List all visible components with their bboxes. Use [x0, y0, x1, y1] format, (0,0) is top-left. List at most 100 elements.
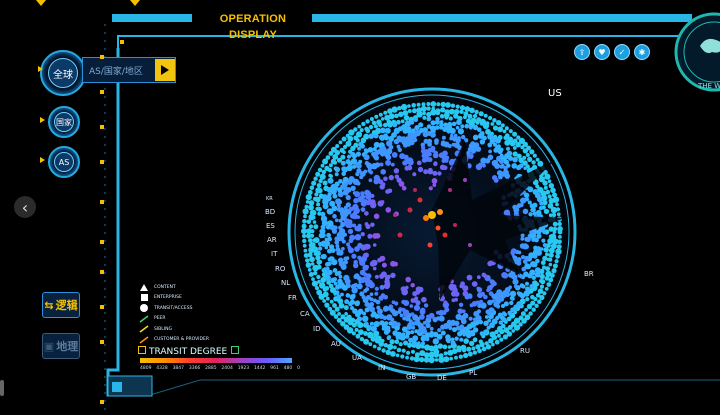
as-node[interactable] — [535, 157, 540, 162]
as-node[interactable] — [484, 330, 488, 334]
as-node[interactable] — [498, 320, 503, 325]
as-node[interactable] — [313, 237, 320, 244]
as-node[interactable] — [426, 116, 432, 122]
as-node[interactable] — [310, 209, 317, 216]
as-node[interactable] — [374, 322, 379, 327]
as-node[interactable] — [455, 125, 460, 130]
as-node[interactable] — [392, 330, 399, 336]
as-node[interactable] — [317, 246, 323, 251]
as-node[interactable] — [333, 225, 338, 230]
as-node[interactable] — [325, 296, 330, 301]
as-node[interactable] — [451, 121, 457, 127]
as-node[interactable] — [417, 328, 423, 334]
as-node[interactable] — [334, 166, 340, 173]
as-node[interactable] — [484, 158, 491, 164]
as-node[interactable] — [308, 224, 314, 229]
as-node[interactable] — [520, 311, 526, 317]
as-node[interactable] — [516, 203, 522, 209]
as-node[interactable] — [476, 286, 481, 291]
as-node[interactable] — [531, 237, 536, 242]
as-node[interactable] — [483, 113, 488, 118]
as-node[interactable] — [458, 302, 464, 307]
as-node[interactable] — [360, 191, 365, 196]
as-node[interactable] — [429, 345, 434, 350]
as-node[interactable] — [347, 228, 354, 235]
as-node[interactable] — [373, 213, 380, 220]
as-node[interactable] — [478, 339, 483, 344]
as-node[interactable] — [398, 181, 405, 187]
as-node[interactable] — [327, 177, 334, 184]
as-node[interactable] — [301, 228, 307, 235]
as-node[interactable] — [434, 119, 440, 125]
as-node[interactable] — [509, 300, 514, 306]
as-node[interactable] — [434, 125, 440, 130]
as-node[interactable] — [504, 126, 509, 131]
as-node[interactable] — [360, 143, 365, 149]
as-node[interactable] — [337, 278, 343, 284]
as-node[interactable] — [311, 180, 317, 186]
as-node[interactable] — [317, 279, 321, 284]
as-node[interactable] — [409, 120, 415, 125]
as-node[interactable] — [328, 163, 333, 168]
as-node[interactable] — [380, 117, 385, 121]
as-node[interactable] — [430, 132, 436, 138]
as-node[interactable] — [348, 176, 355, 182]
as-node[interactable] — [380, 293, 386, 298]
as-node[interactable] — [354, 191, 361, 198]
as-node[interactable] — [476, 275, 481, 280]
as-node[interactable] — [322, 180, 328, 186]
as-node[interactable] — [554, 259, 559, 264]
as-node[interactable] — [507, 310, 512, 316]
as-node[interactable] — [332, 193, 338, 199]
as-node[interactable] — [416, 111, 423, 118]
as-node[interactable] — [488, 338, 494, 344]
as-node[interactable] — [494, 339, 500, 345]
as-node[interactable] — [400, 103, 408, 111]
as-node[interactable] — [351, 293, 356, 298]
as-node[interactable] — [418, 122, 424, 128]
as-node[interactable] — [540, 260, 546, 266]
as-node[interactable] — [548, 262, 553, 267]
as-node[interactable] — [552, 221, 558, 227]
as-node[interactable] — [379, 320, 385, 326]
as-node[interactable] — [372, 298, 377, 303]
as-node[interactable] — [520, 145, 525, 150]
as-node[interactable] — [401, 332, 406, 337]
as-node[interactable] — [380, 200, 385, 204]
as-node[interactable] — [401, 299, 406, 305]
as-node[interactable] — [537, 160, 544, 167]
as-node[interactable] — [312, 220, 317, 224]
as-node[interactable] — [310, 233, 315, 238]
as-node[interactable] — [369, 292, 374, 297]
as-node[interactable] — [390, 260, 396, 267]
as-node[interactable] — [407, 159, 414, 166]
as-node[interactable] — [396, 144, 401, 149]
as-node[interactable] — [313, 224, 319, 230]
as-node[interactable] — [308, 238, 313, 243]
as-node[interactable] — [340, 154, 346, 160]
as-node[interactable] — [334, 172, 339, 177]
as-node[interactable] — [521, 266, 527, 272]
as-node[interactable] — [419, 357, 425, 363]
as-node[interactable] — [375, 162, 381, 168]
as-node[interactable] — [410, 330, 415, 335]
as-node[interactable] — [551, 268, 557, 274]
as-node[interactable] — [355, 138, 360, 143]
as-node[interactable] — [487, 142, 493, 148]
as-node[interactable] — [468, 316, 473, 321]
as-node[interactable] — [430, 146, 435, 151]
as-node[interactable] — [329, 174, 333, 179]
as-node[interactable] — [305, 194, 312, 201]
as-node[interactable] — [469, 303, 474, 308]
as-node[interactable] — [341, 136, 347, 142]
as-node[interactable] — [552, 263, 558, 269]
as-node[interactable] — [442, 165, 448, 171]
as-node[interactable] — [301, 223, 307, 229]
as-node[interactable] — [440, 324, 446, 330]
as-node[interactable] — [370, 313, 376, 318]
as-node[interactable] — [368, 178, 373, 183]
as-node[interactable] — [434, 358, 439, 362]
as-node[interactable] — [367, 233, 373, 239]
as-node[interactable] — [417, 166, 424, 173]
as-node[interactable] — [360, 207, 366, 213]
